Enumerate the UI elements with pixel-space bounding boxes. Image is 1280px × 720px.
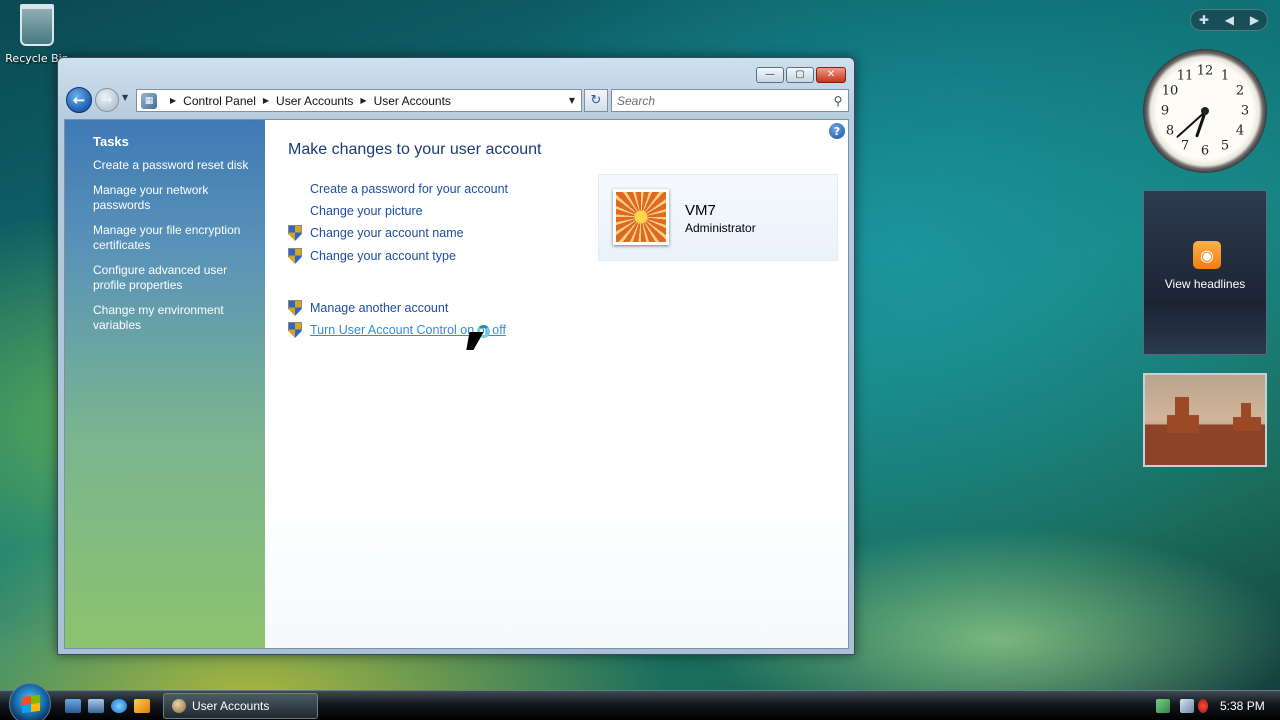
user-picture-avatar bbox=[613, 189, 669, 245]
search-icon[interactable]: ⚲ bbox=[828, 94, 848, 108]
rss-feed-icon: ◉ bbox=[1193, 241, 1221, 269]
taskbar-clock[interactable]: 5:38 PM bbox=[1220, 699, 1265, 713]
sidebar-controls: ✚ ◀ ▶ bbox=[1190, 9, 1268, 31]
minimize-button[interactable]: — bbox=[756, 67, 784, 83]
previous-gadgets-icon[interactable]: ◀ bbox=[1225, 13, 1234, 27]
clock-numeral: 6 bbox=[1200, 143, 1210, 159]
breadcrumb-arrow-icon[interactable]: ▶ bbox=[263, 96, 269, 105]
action-row: Change your account name bbox=[288, 224, 464, 242]
change-account-type-link[interactable]: Change your account type bbox=[310, 249, 456, 263]
windows-flag-icon bbox=[22, 694, 40, 714]
start-button[interactable] bbox=[9, 683, 51, 720]
manage-another-account-link[interactable]: Manage another account bbox=[310, 301, 448, 315]
clock-numeral: 12 bbox=[1196, 63, 1214, 79]
slideshow-gadget[interactable] bbox=[1143, 373, 1267, 467]
rock-formation bbox=[1167, 415, 1199, 433]
clock-numeral: 4 bbox=[1235, 123, 1245, 139]
uac-shield-icon bbox=[288, 248, 302, 264]
navigation-bar: ← → ▼ ▦ ▶ Control Panel ▶ User Accounts … bbox=[66, 87, 849, 117]
user-accounts-icon bbox=[172, 699, 186, 713]
task-manage-file-encryption-certificates[interactable]: Manage your file encryption certificates bbox=[93, 223, 253, 253]
clock-numeral: 11 bbox=[1176, 68, 1194, 84]
recycle-bin-icon bbox=[20, 4, 54, 46]
tasks-pane: Tasks Create a password reset disk Manag… bbox=[65, 120, 265, 648]
clock-numeral: 1 bbox=[1220, 68, 1230, 84]
back-button[interactable]: ← bbox=[66, 87, 92, 113]
breadcrumb-control-panel[interactable]: Control Panel bbox=[183, 94, 256, 108]
address-dropdown-icon[interactable]: ▼ bbox=[563, 90, 581, 111]
page-title: Make changes to your user account bbox=[288, 141, 542, 158]
change-account-name-link[interactable]: Change your account name bbox=[310, 226, 464, 240]
recent-pages-dropdown[interactable]: ▼ bbox=[122, 93, 128, 102]
task-create-password-reset-disk[interactable]: Create a password reset disk bbox=[93, 158, 253, 173]
clock-center bbox=[1201, 107, 1209, 115]
uac-shield-icon bbox=[288, 300, 302, 316]
create-password-link[interactable]: Create a password for your account bbox=[310, 182, 508, 196]
breadcrumb-arrow-icon[interactable]: ▶ bbox=[360, 96, 366, 105]
clock-numeral: 10 bbox=[1161, 83, 1179, 99]
caption-buttons: — ▢ ✕ bbox=[756, 67, 846, 83]
close-button[interactable]: ✕ bbox=[816, 67, 846, 83]
action-row: Change your account type bbox=[288, 247, 456, 265]
maximize-button[interactable]: ▢ bbox=[786, 67, 814, 83]
taskbar-button-user-accounts[interactable]: User Accounts bbox=[163, 693, 318, 719]
uac-shield-icon bbox=[288, 225, 302, 241]
tray-app-icon[interactable] bbox=[1156, 699, 1170, 713]
clock-numeral: 5 bbox=[1220, 138, 1230, 154]
task-manage-network-passwords[interactable]: Manage your network passwords bbox=[93, 183, 253, 213]
window-content: Tasks Create a password reset disk Manag… bbox=[64, 119, 849, 649]
breadcrumb-user-accounts-category[interactable]: User Accounts bbox=[276, 94, 353, 108]
volume-muted-icon[interactable] bbox=[1198, 699, 1208, 713]
show-desktop-icon[interactable] bbox=[65, 699, 81, 713]
forward-button[interactable]: → bbox=[95, 88, 119, 112]
view-headlines-label[interactable]: View headlines bbox=[1144, 277, 1266, 291]
clock-numeral: 3 bbox=[1240, 103, 1250, 119]
refresh-button[interactable]: ↻ bbox=[584, 89, 608, 112]
task-configure-profile-properties[interactable]: Configure advanced user profile properti… bbox=[93, 263, 253, 293]
network-icon[interactable] bbox=[1180, 699, 1194, 713]
next-gadgets-icon[interactable]: ▶ bbox=[1250, 13, 1259, 27]
control-panel-icon: ▦ bbox=[141, 92, 157, 109]
breadcrumb-arrow-icon[interactable]: ▶ bbox=[170, 96, 176, 105]
taskbar: User Accounts 5:38 PM bbox=[0, 683, 1280, 720]
search-input[interactable] bbox=[617, 93, 828, 108]
recycle-bin-desktop-icon[interactable]: Recycle Bin bbox=[0, 0, 74, 65]
system-tray: 5:38 PM bbox=[1146, 691, 1280, 720]
action-row: Create a password for your account bbox=[288, 180, 508, 198]
help-icon[interactable]: ? bbox=[829, 123, 845, 139]
action-row: Manage another account bbox=[288, 299, 448, 317]
internet-explorer-icon[interactable] bbox=[111, 699, 127, 713]
add-gadget-icon[interactable]: ✚ bbox=[1199, 13, 1209, 27]
feed-headlines-gadget[interactable]: ◉ View headlines bbox=[1143, 190, 1267, 355]
taskbar-button-label: User Accounts bbox=[192, 699, 270, 713]
clock-numeral: 2 bbox=[1235, 83, 1245, 99]
media-player-icon[interactable] bbox=[134, 699, 150, 713]
clock-numeral: 8 bbox=[1165, 123, 1175, 139]
address-bar[interactable]: ▦ ▶ Control Panel ▶ User Accounts ▶ User… bbox=[136, 89, 582, 112]
clock-numeral: 7 bbox=[1180, 138, 1190, 154]
clock-numeral: 9 bbox=[1160, 103, 1170, 119]
search-box: ⚲ bbox=[611, 89, 849, 112]
uac-shield-icon bbox=[288, 322, 302, 338]
action-row: Change your picture bbox=[288, 202, 423, 220]
user-account-tile: VM7 Administrator bbox=[598, 174, 838, 261]
user-name: VM7 bbox=[685, 202, 716, 219]
rock-formation bbox=[1233, 417, 1261, 431]
task-change-environment-variables[interactable]: Change my environment variables bbox=[93, 303, 253, 333]
tasks-title: Tasks bbox=[93, 134, 129, 149]
clock-gadget[interactable]: 12 1 2 3 4 5 6 7 8 9 10 11 bbox=[1143, 49, 1267, 173]
breadcrumb-user-accounts[interactable]: User Accounts bbox=[374, 94, 451, 108]
switch-windows-icon[interactable] bbox=[88, 699, 104, 713]
user-accounts-window: — ▢ ✕ ← → ▼ ▦ ▶ Control Panel ▶ User Acc… bbox=[57, 57, 855, 655]
user-role: Administrator bbox=[685, 221, 756, 235]
main-panel: ? Make changes to your user account Crea… bbox=[265, 120, 848, 648]
change-picture-link[interactable]: Change your picture bbox=[310, 204, 423, 218]
